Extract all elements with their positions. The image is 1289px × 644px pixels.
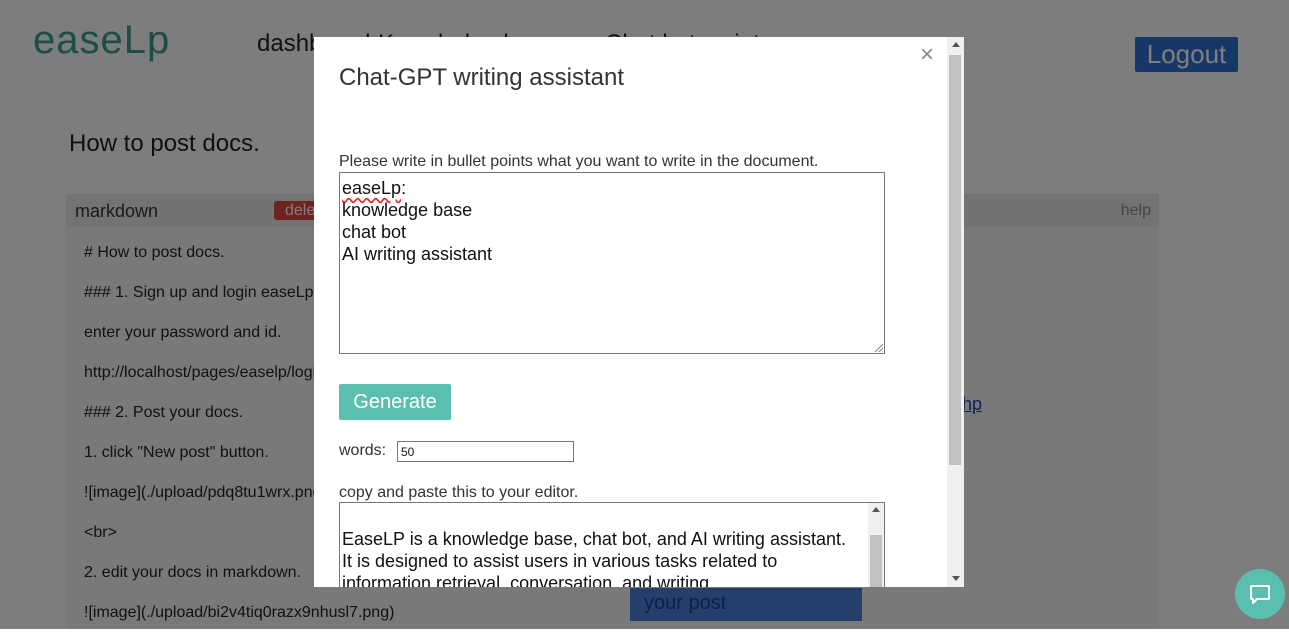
scroll-up-icon[interactable]: [872, 507, 880, 512]
resize-handle-icon[interactable]: [875, 344, 883, 352]
prompt-label: Please write in bullet points what you w…: [339, 153, 819, 170]
prompt-first-suffix: :: [401, 178, 407, 198]
scroll-thumb[interactable]: [949, 55, 961, 465]
chat-bubble-icon: [1250, 585, 1270, 604]
words-label: words:: [339, 442, 387, 459]
output-textarea[interactable]: EaseLP is a knowledge base, chat bot, an…: [339, 502, 885, 587]
output-scrollbar[interactable]: [868, 503, 884, 587]
scroll-thumb[interactable]: [870, 535, 882, 587]
close-icon[interactable]: ×: [920, 43, 934, 67]
prompt-first-word: easeLp: [342, 178, 402, 198]
modal-scrollbar[interactable]: [947, 37, 964, 587]
modal-title: Chat-GPT writing assistant: [339, 64, 624, 91]
copy-label: copy and paste this to your editor.: [339, 484, 579, 501]
generate-button[interactable]: Generate: [339, 384, 451, 420]
prompt-textarea[interactable]: easeLp: knowledge base chat bot AI writi…: [339, 172, 885, 354]
chat-widget-button[interactable]: [1235, 569, 1285, 619]
writing-assistant-modal: × Chat-GPT writing assistant Please writ…: [314, 37, 964, 587]
output-text: EaseLP is a knowledge base, chat bot, an…: [342, 529, 846, 587]
scroll-down-icon[interactable]: [952, 576, 960, 581]
prompt-text: knowledge base chat bot AI writing assis…: [342, 200, 493, 264]
scroll-up-icon[interactable]: [952, 42, 960, 47]
words-input[interactable]: 50: [397, 441, 574, 462]
